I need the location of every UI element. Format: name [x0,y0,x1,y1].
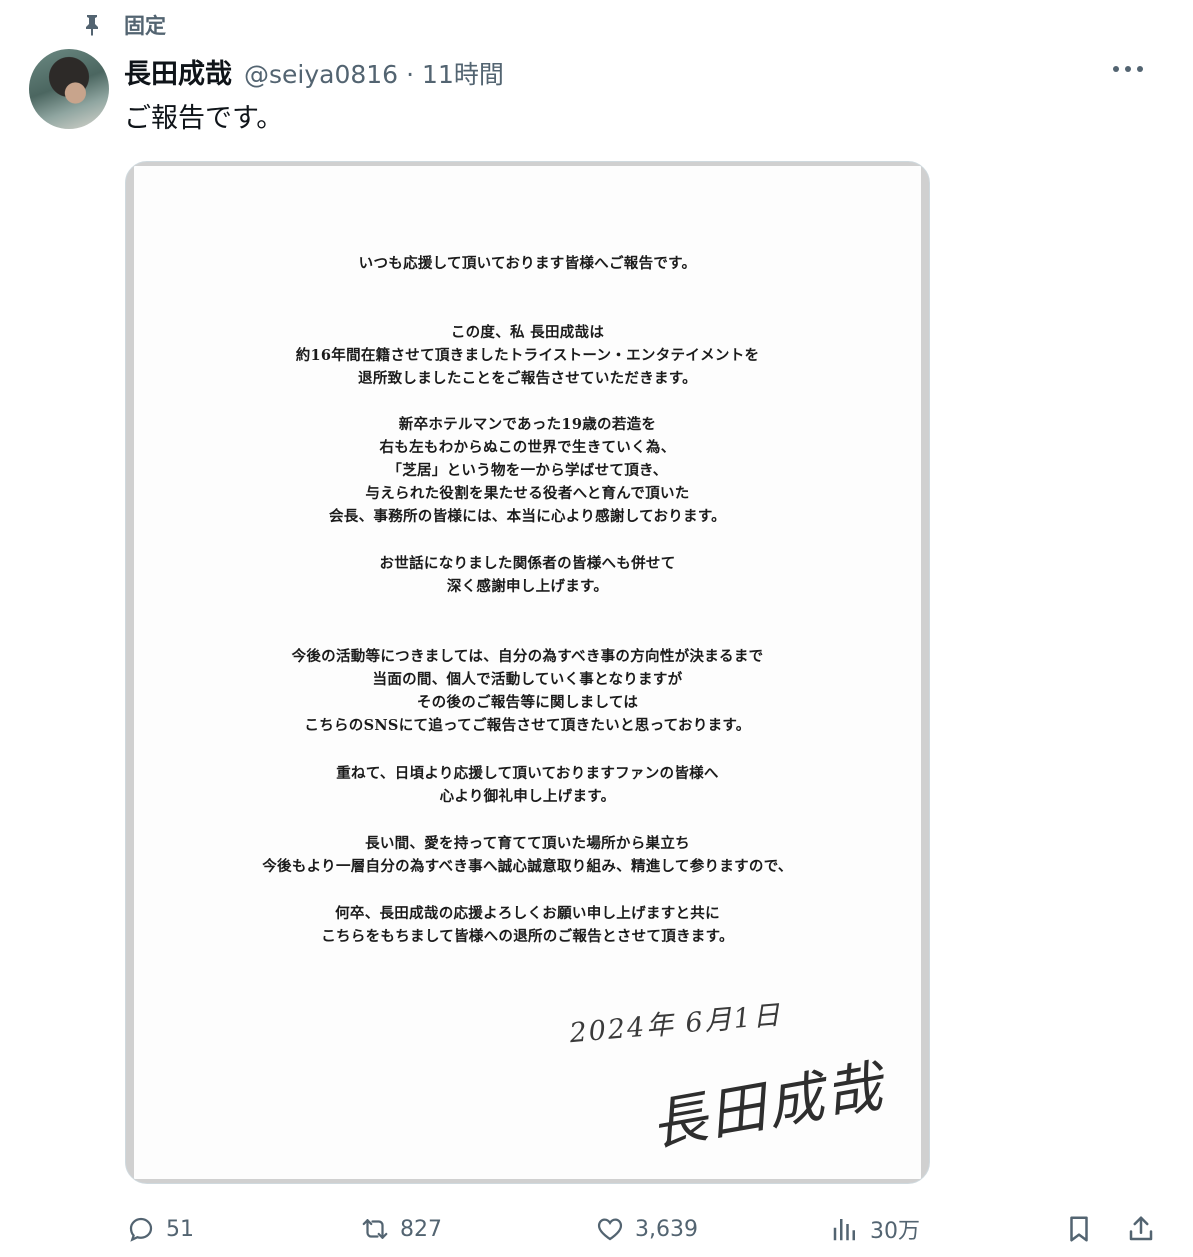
pinned-indicator: 固定 [80,8,166,42]
bookmark-button[interactable] [1064,1208,1094,1250]
letter-line: 深く感謝申し上げます。 [446,578,609,595]
retweet-icon [362,1219,388,1239]
views-button[interactable]: 30万 [830,1208,920,1250]
letter-line: 心より御礼申し上げます。 [439,788,616,805]
avatar[interactable] [29,49,109,129]
pinned-label: 固定 [124,14,166,38]
reply-button[interactable]: 51 [126,1208,194,1250]
more-button[interactable] [1110,52,1146,86]
letter-line: お世話になりました関係者の皆様へも併せて [379,555,676,572]
more-icon [1113,66,1143,72]
bookmark-icon [1070,1216,1088,1242]
letter-line: 「芝居」という物を一から学ばせて頂き、 [387,462,668,479]
letter-document: いつも応援して頂いております皆様へご報告です。 この度、私 長田成哉は 約16年… [134,166,921,1179]
views-icon [833,1219,855,1241]
letter-line: 当面の間、個人で活動していく事となりますが [372,671,683,688]
share-icon [1129,1216,1153,1241]
letter-line: こちらをもちまして皆様への退所のご報告とさせて頂きます。 [321,928,734,945]
letter-line: 右も左もわからぬこの世界で生きていく為、 [379,439,676,456]
retweet-button[interactable]: 827 [360,1208,442,1250]
tweet-text: ご報告です。 [124,103,284,134]
heart-icon [597,1218,623,1241]
media-image[interactable]: いつも応援して頂いております皆様へご報告です。 この度、私 長田成哉は 約16年… [125,161,930,1184]
letter-line: 約16年間在籍させて頂きましたトライストーン・エンタテイメントを [295,347,760,364]
retweet-count: 827 [400,1216,442,1242]
letter-line: この度、私 長田成哉は [450,324,605,341]
handwritten-signature: 長田成哉 [646,1053,890,1159]
tweet-header: 長田成哉 @seiya0816 · 11時間 [124,52,504,90]
like-count: 3,639 [635,1216,698,1242]
letter-line: 長い間、愛を持って育てて頂いた場所から巣立ち [365,835,690,852]
handwritten-date: 2024年 6月1日 [568,999,783,1050]
letter-line: こちらのSNSにて追ってご報告させて頂きたいと思っております。 [304,717,751,734]
letter-line: 重ねて、日頃より応援して頂いておりますファンの皆様へ [336,765,719,782]
letter-line: いつも応援して頂いております皆様へご報告です。 [358,255,697,272]
letter-line: 新卒ホテルマンであった19歳の若造を [398,416,657,433]
pin-icon [86,15,98,36]
letter-line: その後のご報告等に関しましては [416,694,639,711]
letter-line: 会長、事務所の皆様には、本当に心より感謝しております。 [329,508,726,525]
letter-line: 何卒、長田成哉の応援よろしくお願い申し上げますと共に [335,905,720,922]
letter-line: 今後の活動等につきましては、自分の為すべき事の方向性が決まるまで [291,648,764,665]
reply-icon [129,1217,153,1242]
share-button[interactable] [1126,1208,1156,1250]
letter-line: 今後もより一層自分の為すべき事へ誠心誠意取り組み、精進して参りますので、 [262,858,793,875]
letter-line: 与えられた役割を果たせる役者へと育んで頂いた [365,485,690,502]
letter-line: 退所致しましたことをご報告させていただきます。 [358,370,697,387]
author-display-name[interactable]: 長田成哉 [124,52,232,91]
tweet-timestamp[interactable]: 11時間 [422,55,504,91]
reply-count: 51 [166,1216,194,1242]
views-count: 30万 [870,1219,920,1244]
author-handle[interactable]: @seiya0816 [244,60,398,89]
like-button[interactable]: 3,639 [595,1208,698,1250]
header-separator: · [406,60,415,89]
